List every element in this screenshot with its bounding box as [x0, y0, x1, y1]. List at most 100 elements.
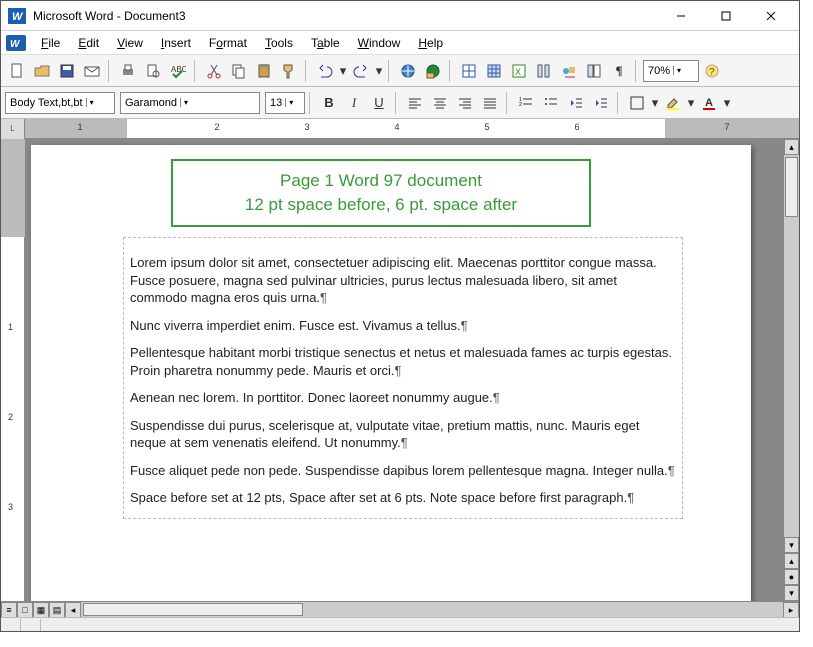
drawing-button[interactable]: [557, 59, 581, 83]
borders-dropdown[interactable]: ▾: [650, 91, 660, 115]
redo-dropdown[interactable]: ▾: [374, 59, 384, 83]
pilcrow-icon: ¶: [627, 490, 634, 505]
undo-button[interactable]: [313, 59, 337, 83]
zoom-dropdown[interactable]: 70%▾: [643, 60, 699, 82]
mail-button[interactable]: [80, 59, 104, 83]
vertical-scrollbar[interactable]: ▴ ▾ ▴ ● ▾: [783, 139, 799, 601]
align-left-button[interactable]: [403, 91, 427, 115]
copy-button[interactable]: [227, 59, 251, 83]
paragraph[interactable]: Pellentesque habitant morbi tristique se…: [130, 344, 676, 379]
browse-object-button[interactable]: ●: [784, 569, 799, 585]
bold-button[interactable]: B: [317, 91, 341, 115]
menu-insert[interactable]: Insert: [153, 33, 199, 53]
print-button[interactable]: [116, 59, 140, 83]
scroll-down-button[interactable]: ▾: [784, 537, 799, 553]
view-master-button[interactable]: ▤: [49, 602, 65, 617]
separator: [305, 60, 309, 82]
font-color-button[interactable]: A: [697, 91, 721, 115]
format-painter-button[interactable]: [277, 59, 301, 83]
workspace: L 1 2 3 4 5 6 7 1 2 3: [1, 119, 799, 617]
menu-view[interactable]: View: [109, 33, 151, 53]
view-page-button[interactable]: ▦: [33, 602, 49, 617]
open-button[interactable]: [30, 59, 54, 83]
new-button[interactable]: [5, 59, 29, 83]
horizontal-ruler[interactable]: L 1 2 3 4 5 6 7: [1, 119, 799, 139]
maximize-button[interactable]: [703, 2, 748, 30]
hscroll-thumb[interactable]: [83, 603, 303, 616]
tables-borders-button[interactable]: [457, 59, 481, 83]
doc-map-button[interactable]: [582, 59, 606, 83]
separator: [309, 92, 313, 114]
pilcrow-icon: ¶: [320, 290, 327, 305]
style-dropdown[interactable]: Body Text,bt,bt▾: [5, 92, 115, 114]
show-hide-button[interactable]: ¶: [607, 59, 631, 83]
undo-dropdown[interactable]: ▾: [338, 59, 348, 83]
decrease-indent-button[interactable]: [564, 91, 588, 115]
vscroll-track[interactable]: [784, 155, 799, 537]
minimize-button[interactable]: [658, 2, 703, 30]
next-page-button[interactable]: ▾: [784, 585, 799, 601]
hyperlink-button[interactable]: [396, 59, 420, 83]
svg-text:?: ?: [709, 67, 715, 78]
excel-button[interactable]: X: [507, 59, 531, 83]
cut-button[interactable]: [202, 59, 226, 83]
paragraph[interactable]: Aenean nec lorem. In porttitor. Donec la…: [130, 389, 676, 407]
horizontal-scrollbar[interactable]: ≡ □ ▦ ▤ ◂ ▸: [1, 601, 799, 617]
insert-table-button[interactable]: [482, 59, 506, 83]
paragraph[interactable]: Lorem ipsum dolor sit amet, consectetuer…: [130, 254, 676, 307]
paste-button[interactable]: [252, 59, 276, 83]
borders-button[interactable]: [625, 91, 649, 115]
hruler-scale[interactable]: 1 2 3 4 5 6 7: [25, 119, 799, 138]
text-content[interactable]: Lorem ipsum dolor sit amet, consectetuer…: [123, 237, 683, 519]
increase-indent-button[interactable]: [589, 91, 613, 115]
paragraph[interactable]: Nunc viverra imperdiet enim. Fusce est. …: [130, 317, 676, 335]
italic-button[interactable]: I: [342, 91, 366, 115]
hscroll-track[interactable]: [81, 602, 783, 617]
page[interactable]: Page 1 Word 97 document 12 pt space befo…: [31, 145, 751, 601]
view-outline-button[interactable]: □: [17, 602, 33, 617]
align-justify-button[interactable]: [478, 91, 502, 115]
underline-button[interactable]: U: [367, 91, 391, 115]
spell-check-button[interactable]: ABC: [166, 59, 190, 83]
redo-button[interactable]: [349, 59, 373, 83]
ruler-corner[interactable]: L: [1, 119, 25, 139]
status-segment: [21, 619, 41, 631]
paragraph[interactable]: Space before set at 12 pts, Space after …: [130, 489, 676, 507]
paragraph[interactable]: Fusce aliquet pede non pede. Suspendisse…: [130, 462, 676, 480]
numbered-list-button[interactable]: 12: [514, 91, 538, 115]
highlight-dropdown[interactable]: ▾: [686, 91, 696, 115]
bulleted-list-button[interactable]: [539, 91, 563, 115]
align-right-button[interactable]: [453, 91, 477, 115]
scroll-up-button[interactable]: ▴: [784, 139, 799, 155]
window-controls: [658, 2, 793, 30]
svg-text:W: W: [12, 11, 24, 23]
help-button[interactable]: ?: [700, 59, 724, 83]
scroll-right-button[interactable]: ▸: [783, 602, 799, 617]
menu-edit[interactable]: Edit: [70, 33, 107, 53]
paragraph[interactable]: Suspendisse dui purus, scelerisque at, v…: [130, 417, 676, 452]
document-area[interactable]: Page 1 Word 97 document 12 pt space befo…: [25, 139, 783, 601]
word-app-icon: W: [7, 6, 27, 26]
highlight-button[interactable]: [661, 91, 685, 115]
view-normal-button[interactable]: ≡: [1, 602, 17, 617]
vscroll-thumb[interactable]: [785, 157, 798, 217]
columns-button[interactable]: [532, 59, 556, 83]
close-button[interactable]: [748, 2, 793, 30]
font-size-dropdown[interactable]: 13▾: [265, 92, 305, 114]
font-dropdown[interactable]: Garamond▾: [120, 92, 260, 114]
menu-help[interactable]: Help: [410, 33, 451, 53]
font-color-dropdown[interactable]: ▾: [722, 91, 732, 115]
print-preview-button[interactable]: [141, 59, 165, 83]
menu-format[interactable]: Format: [201, 33, 255, 53]
menu-table[interactable]: Table: [303, 33, 348, 53]
menu-file[interactable]: File: [33, 33, 68, 53]
menu-tools[interactable]: Tools: [257, 33, 301, 53]
web-toolbar-button[interactable]: [421, 59, 445, 83]
scroll-left-button[interactable]: ◂: [65, 602, 81, 617]
vertical-ruler[interactable]: 1 2 3: [1, 139, 25, 601]
menu-window[interactable]: Window: [350, 33, 409, 53]
svg-text:W: W: [10, 39, 21, 50]
align-center-button[interactable]: [428, 91, 452, 115]
prev-page-button[interactable]: ▴: [784, 553, 799, 569]
save-button[interactable]: [55, 59, 79, 83]
